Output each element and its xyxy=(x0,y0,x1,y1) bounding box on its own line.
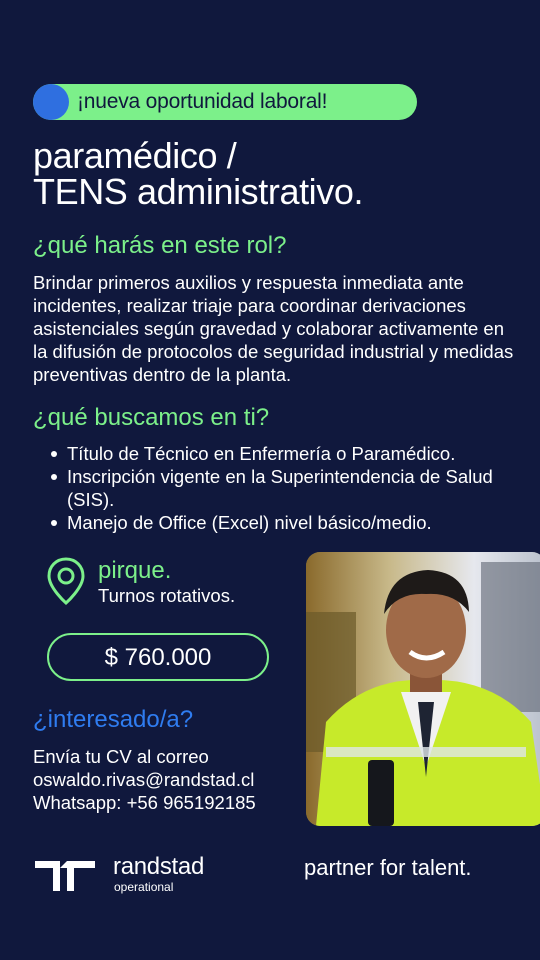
job-title-line-1: paramédico / xyxy=(33,135,237,176)
requirement-item: Inscripción vigente en la Superintendenc… xyxy=(48,465,508,511)
contact-heading: ¿interesado/a? xyxy=(33,706,194,733)
contact-info: Envía tu CV al correo oswaldo.rivas@rand… xyxy=(33,745,256,814)
randstad-logo-icon xyxy=(35,861,95,891)
role-description: Brindar primeros auxilios y respuesta in… xyxy=(33,272,514,385)
worker-photo xyxy=(306,552,540,826)
job-title-line-2: TENS administrativo. xyxy=(33,171,364,212)
contact-whatsapp[interactable]: Whatsapp: +56 965192185 xyxy=(33,791,256,814)
opportunity-badge: ¡nueva oportunidad laboral! xyxy=(33,84,417,120)
location-shift: Turnos rotativos. xyxy=(98,585,236,606)
requirement-item: Título de Técnico en Enfermería o Paramé… xyxy=(48,442,508,465)
requirements-list: Título de Técnico en Enfermería o Paramé… xyxy=(48,442,508,534)
job-title: paramédico / TENS administrativo. xyxy=(33,135,364,212)
contact-email[interactable]: oswaldo.rivas@randstad.cl xyxy=(33,768,256,791)
job-poster: ¡nueva oportunidad laboral! paramédico /… xyxy=(0,0,540,960)
salary-amount: $ 760.000 xyxy=(104,644,212,671)
brand-name: randstad xyxy=(113,853,204,880)
badge-text: ¡nueva oportunidad laboral! xyxy=(77,90,328,113)
brand-subtitle: operational xyxy=(114,880,174,894)
requirements-heading: ¿qué buscamos en ti? xyxy=(33,404,270,431)
badge-dot xyxy=(33,84,69,120)
location-pin-icon xyxy=(47,557,85,605)
role-heading: ¿qué harás en este rol? xyxy=(33,232,287,259)
contact-instruction: Envía tu CV al correo xyxy=(33,746,209,767)
requirement-item: Manejo de Office (Excel) nivel básico/me… xyxy=(48,511,508,534)
location-city: pirque. xyxy=(98,557,172,584)
brand-tagline: partner for talent. xyxy=(304,855,472,880)
salary-box: $ 760.000 xyxy=(47,633,269,681)
